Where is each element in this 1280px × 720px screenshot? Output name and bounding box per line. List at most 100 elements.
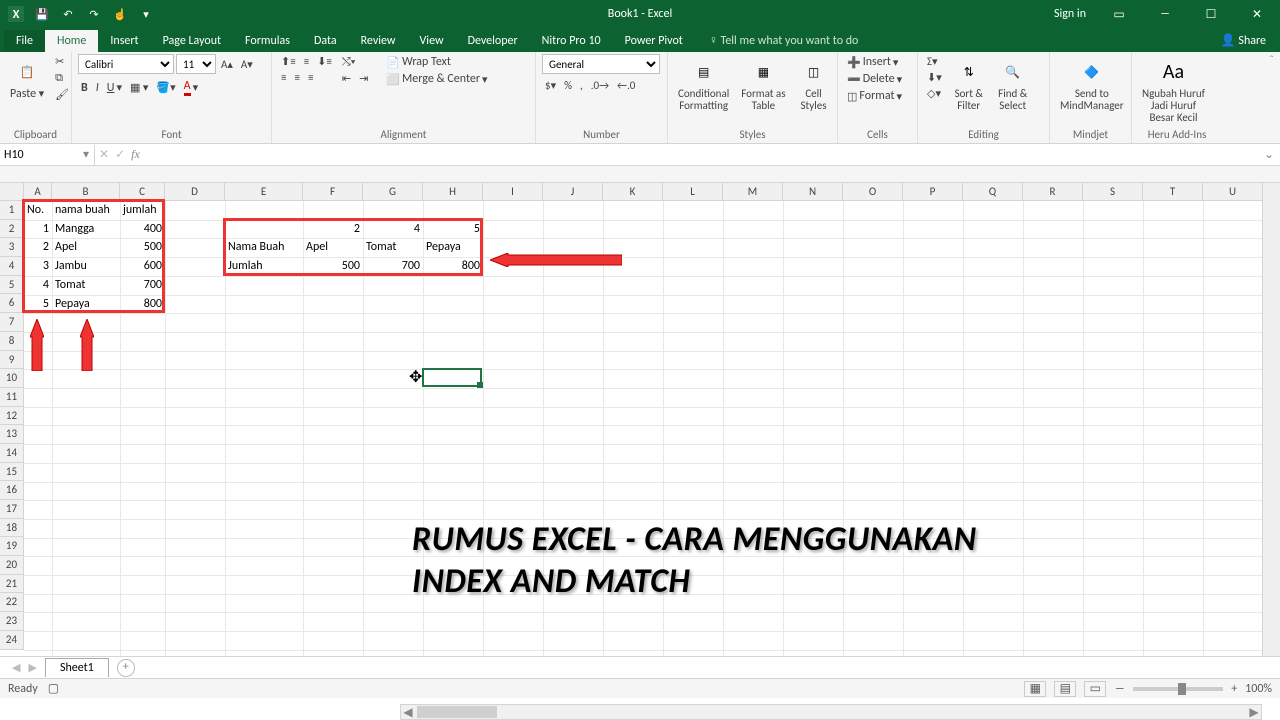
formula-input[interactable] bbox=[144, 145, 1258, 165]
expand-formula-icon[interactable]: ⌄ bbox=[1258, 147, 1280, 162]
row-header[interactable]: 18 bbox=[0, 519, 24, 538]
col-header[interactable]: H bbox=[423, 183, 483, 201]
italic-button[interactable]: I bbox=[93, 80, 102, 96]
align-bot-icon[interactable]: ⬇≡ bbox=[314, 54, 335, 69]
col-header[interactable]: G bbox=[363, 183, 423, 201]
row-header[interactable]: 19 bbox=[0, 537, 24, 556]
row-header[interactable]: 11 bbox=[0, 388, 24, 407]
font-color-icon[interactable]: A▾ bbox=[181, 78, 201, 97]
cell[interactable]: 500 bbox=[120, 238, 165, 257]
row-header[interactable]: 17 bbox=[0, 500, 24, 519]
row-header[interactable]: 7 bbox=[0, 313, 24, 332]
qat-more-icon[interactable]: ▾ bbox=[134, 2, 158, 26]
fx-icon[interactable]: fx bbox=[131, 147, 140, 162]
sheet-nav-next-icon[interactable]: ▶ bbox=[28, 661, 36, 674]
cell[interactable]: 1 bbox=[24, 220, 52, 239]
tab-formulas[interactable]: Formulas bbox=[233, 30, 302, 52]
row-header[interactable]: 23 bbox=[0, 612, 24, 631]
cell[interactable]: Jumlah bbox=[225, 257, 303, 276]
share-button[interactable]: 👤 Share bbox=[1207, 29, 1280, 52]
tab-home[interactable]: Home bbox=[45, 30, 98, 52]
percent-icon[interactable]: % bbox=[561, 78, 575, 93]
page-break-view-icon[interactable]: ▭ bbox=[1084, 681, 1106, 697]
comma-icon[interactable]: , bbox=[577, 78, 586, 93]
underline-button[interactable]: U ▾ bbox=[104, 80, 125, 96]
enter-formula-icon[interactable]: ✓ bbox=[115, 147, 125, 162]
col-header[interactable]: M bbox=[723, 183, 783, 201]
dec-decimal-icon[interactable]: ←.0 bbox=[614, 78, 638, 93]
cancel-formula-icon[interactable]: ✕ bbox=[99, 147, 109, 162]
row-header[interactable]: 3 bbox=[0, 238, 24, 257]
cell[interactable]: 4 bbox=[363, 220, 423, 239]
tell-me-input[interactable]: ♀ Tell me what you want to do bbox=[701, 29, 867, 52]
col-header[interactable]: B bbox=[52, 183, 120, 201]
row-header[interactable]: 2 bbox=[0, 220, 24, 239]
font-size-select[interactable]: 11 bbox=[176, 54, 216, 74]
zoom-slider[interactable] bbox=[1133, 687, 1223, 691]
tab-view[interactable]: View bbox=[408, 30, 456, 52]
cell[interactable]: Tomat bbox=[52, 276, 120, 295]
col-header[interactable]: S bbox=[1083, 183, 1143, 201]
format-cells-button[interactable]: ◫ Format ▾ bbox=[844, 88, 905, 104]
orientation-icon[interactable]: ⤭▾ bbox=[339, 54, 358, 70]
row-header[interactable]: 4 bbox=[0, 257, 24, 276]
tab-file[interactable]: File bbox=[4, 30, 45, 52]
row-header[interactable]: 5 bbox=[0, 276, 24, 295]
cell[interactable]: Nama Buah bbox=[225, 238, 303, 257]
clear-icon[interactable]: ◇▾ bbox=[924, 86, 945, 101]
maximize-button[interactable]: ☐ bbox=[1188, 0, 1234, 28]
col-header[interactable]: N bbox=[783, 183, 843, 201]
select-all-corner[interactable] bbox=[0, 183, 24, 201]
touch-icon[interactable]: ☝ bbox=[108, 2, 132, 26]
redo-icon[interactable]: ↷ bbox=[82, 2, 106, 26]
align-mid-icon[interactable]: ≡ bbox=[301, 54, 312, 69]
save-icon[interactable]: 💾 bbox=[30, 2, 54, 26]
col-header[interactable]: T bbox=[1143, 183, 1203, 201]
col-header[interactable]: E bbox=[225, 183, 303, 201]
col-header[interactable]: U bbox=[1203, 183, 1263, 201]
col-header[interactable]: L bbox=[663, 183, 723, 201]
cell[interactable]: 2 bbox=[303, 220, 363, 239]
paste-button[interactable]: 📋 Paste ▾ bbox=[6, 54, 48, 103]
number-format-select[interactable]: General bbox=[542, 54, 660, 74]
cell[interactable]: 5 bbox=[423, 220, 483, 239]
find-select-button[interactable]: 🔍Find & Select bbox=[993, 54, 1033, 114]
active-cell[interactable] bbox=[422, 368, 482, 387]
cell[interactable]: Apel bbox=[52, 238, 120, 257]
copy-icon[interactable]: ⧉ bbox=[52, 70, 72, 86]
cell[interactable]: Pepaya bbox=[52, 295, 120, 314]
grow-font-icon[interactable]: A▴ bbox=[218, 57, 236, 72]
cell[interactable]: 4 bbox=[24, 276, 52, 295]
fill-color-icon[interactable]: 🪣▾ bbox=[153, 80, 178, 95]
cell[interactable]: 800 bbox=[423, 257, 483, 276]
row-header[interactable]: 21 bbox=[0, 575, 24, 594]
horizontal-scrollbar[interactable]: ◀▶ bbox=[400, 704, 1262, 720]
inc-decimal-icon[interactable]: .0→ bbox=[588, 78, 612, 93]
row-header[interactable]: 16 bbox=[0, 481, 24, 500]
autosum-icon[interactable]: Σ▾ bbox=[924, 54, 945, 69]
row-header[interactable]: 8 bbox=[0, 332, 24, 351]
col-header[interactable]: J bbox=[543, 183, 603, 201]
merge-center-button[interactable]: ⬜ Merge & Center ▾ bbox=[383, 71, 490, 87]
cell[interactable]: 3 bbox=[24, 257, 52, 276]
align-center-icon[interactable]: ≡ bbox=[291, 70, 302, 85]
tab-insert[interactable]: Insert bbox=[98, 30, 150, 52]
row-header[interactable]: 1 bbox=[0, 201, 24, 220]
minimize-button[interactable]: ― bbox=[1142, 0, 1188, 28]
align-right-icon[interactable]: ≡ bbox=[305, 70, 316, 85]
painter-icon[interactable]: 🖌 bbox=[52, 87, 72, 102]
font-name-select[interactable]: Calibri bbox=[78, 54, 174, 74]
wrap-text-button[interactable]: 📄 Wrap Text bbox=[383, 54, 490, 70]
indent-dec-icon[interactable]: ⇤ bbox=[339, 71, 354, 86]
tab-data[interactable]: Data bbox=[302, 30, 349, 52]
sheet-nav-prev-icon[interactable]: ◀ bbox=[12, 661, 20, 674]
normal-view-icon[interactable]: ▦ bbox=[1024, 681, 1046, 697]
cell[interactable]: 2 bbox=[24, 238, 52, 257]
col-header[interactable]: P bbox=[903, 183, 963, 201]
cell[interactable]: Mangga bbox=[52, 220, 120, 239]
tab-review[interactable]: Review bbox=[349, 30, 408, 52]
border-icon[interactable]: ▦ ▾ bbox=[127, 80, 151, 95]
indent-inc-icon[interactable]: ⇥ bbox=[356, 71, 371, 86]
cell[interactable]: 5 bbox=[24, 295, 52, 314]
undo-icon[interactable]: ↶ bbox=[56, 2, 80, 26]
